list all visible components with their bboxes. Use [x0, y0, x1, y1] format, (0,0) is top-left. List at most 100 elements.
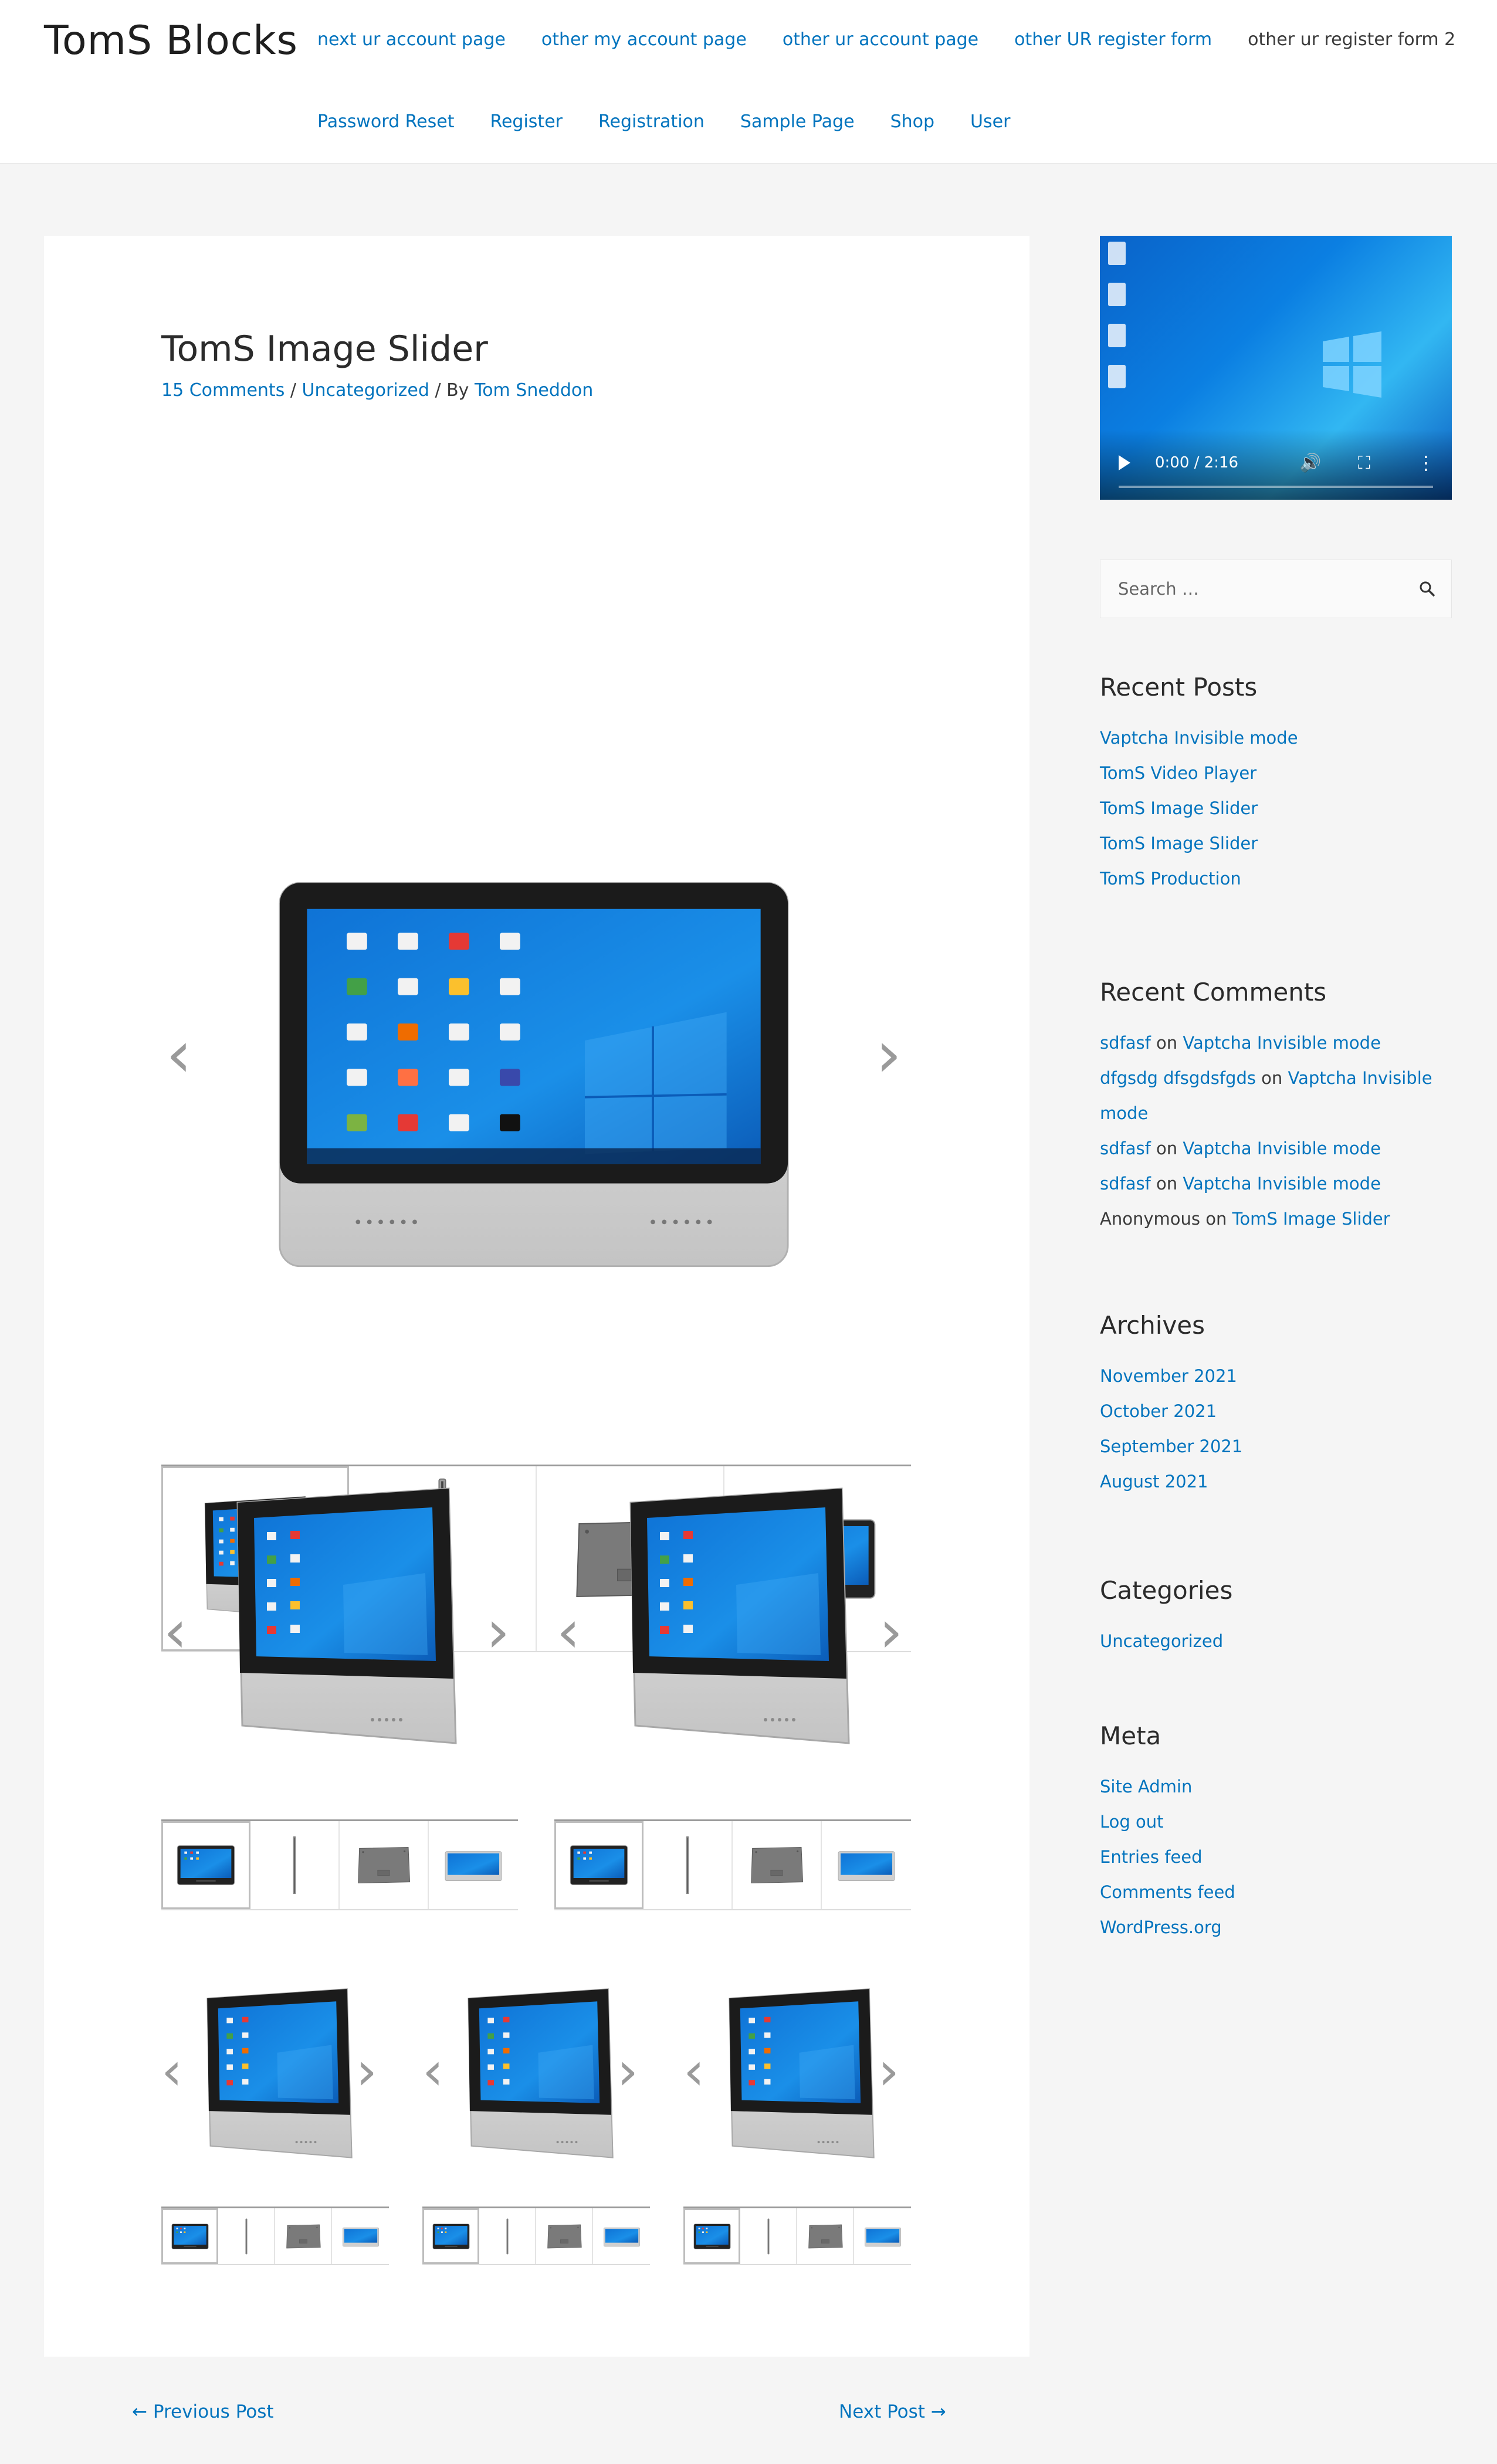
meta-link-entries-feed[interactable]: Entries feed — [1100, 1847, 1203, 1867]
thumbnail-3[interactable] — [797, 2208, 854, 2264]
comment-post-link[interactable]: Vaptcha Invisible mode — [1183, 1138, 1381, 1158]
meta-link-comments-feed[interactable]: Comments feed — [1100, 1882, 1235, 1902]
nav-link-other-ur-account-page[interactable]: other ur account page — [783, 29, 978, 50]
widget-recent-posts: Recent Posts Vaptcha Invisible mode TomS… — [1100, 673, 1452, 896]
nav-link-user[interactable]: User — [970, 111, 1010, 132]
thumbnail-3[interactable] — [340, 1821, 429, 1909]
slider-next-arrow[interactable]: › — [876, 1022, 902, 1086]
recent-post-link[interactable]: TomS Image Slider — [1100, 798, 1258, 818]
post-article: TomS Image Slider 15 Comments / Uncatego… — [44, 236, 1029, 2357]
search-icon[interactable] — [1418, 580, 1436, 598]
recent-post-link[interactable]: Vaptcha Invisible mode — [1100, 728, 1298, 748]
thumbnail-2[interactable] — [250, 1821, 340, 1909]
nav-link-shop[interactable]: Shop — [890, 111, 934, 132]
widget-archives: Archives November 2021 October 2021 Sept… — [1100, 1311, 1452, 1499]
slide-image-front — [279, 881, 789, 1268]
slider-next-arrow[interactable]: › — [878, 2045, 899, 2098]
video-controls: 0:00 / 2:16 🔊 ⛶ ⋮ — [1100, 429, 1452, 500]
thumbnail-4[interactable] — [593, 2208, 650, 2264]
thumbnail-1[interactable] — [161, 1821, 250, 1909]
comment-on: on — [1150, 1033, 1183, 1053]
recent-posts-list: Vaptcha Invisible mode TomS Video Player… — [1100, 720, 1452, 896]
slider-prev-arrow[interactable]: ‹ — [557, 1602, 580, 1661]
thumbnail-2[interactable] — [479, 2208, 536, 2264]
more-options-icon[interactable]: ⋮ — [1417, 452, 1435, 474]
list-item: November 2021 — [1100, 1358, 1452, 1394]
thumbnail-1[interactable] — [161, 2208, 218, 2264]
thumbnail-2[interactable] — [643, 1821, 733, 1909]
comment-post-link[interactable]: Vaptcha Invisible mode — [1183, 1174, 1381, 1194]
slider-next-arrow[interactable]: › — [879, 1602, 903, 1661]
thumbnail-landscape-image — [342, 2225, 380, 2248]
comment-author-link[interactable]: dfgsdg dfsgdsfgds — [1100, 1068, 1256, 1088]
thumbnail-4[interactable] — [854, 2208, 911, 2264]
comment-post-link[interactable]: Vaptcha Invisible mode — [1183, 1033, 1381, 1053]
slider-next-arrow[interactable]: › — [486, 1602, 510, 1661]
comments-link[interactable]: 15 Comments — [161, 380, 285, 401]
slider-prev-arrow[interactable]: ‹ — [164, 1602, 187, 1661]
next-post-link[interactable]: Next Post → — [839, 2401, 946, 2422]
comment-author-link[interactable]: sdfasf — [1100, 1174, 1151, 1194]
category-link[interactable]: Uncategorized — [302, 380, 429, 401]
nav-link-other-ur-register-form[interactable]: other UR register form — [1014, 29, 1212, 50]
nav-link-registration[interactable]: Registration — [598, 111, 705, 132]
thumbnail-1[interactable] — [554, 1821, 643, 1909]
search-input[interactable] — [1100, 560, 1405, 618]
thumbnail-4[interactable] — [332, 2208, 389, 2264]
slider-next-arrow[interactable]: › — [617, 2045, 638, 2098]
thumbnail-1[interactable] — [683, 2208, 740, 2264]
video-player[interactable]: 0:00 / 2:16 🔊 ⛶ ⋮ — [1100, 236, 1452, 500]
slider-prev-arrow[interactable]: ‹ — [161, 2045, 182, 2098]
archive-link[interactable]: November 2021 — [1100, 1366, 1237, 1386]
nav-link-register[interactable]: Register — [490, 111, 563, 132]
list-item: dfgsdg dfsgdsfgds on Vaptcha Invisible m… — [1100, 1060, 1452, 1131]
fullscreen-icon[interactable]: ⛶ — [1358, 453, 1370, 473]
comment-on: on — [1150, 1138, 1183, 1158]
thumbnail-black-image — [177, 1842, 235, 1889]
comment-author-link[interactable]: sdfasf — [1100, 1138, 1151, 1158]
slide-image-angle — [460, 1987, 616, 2165]
list-item: TomS Image Slider — [1100, 826, 1452, 861]
slider-thumbnails — [161, 1819, 518, 1910]
thumbnail-4[interactable] — [429, 1821, 518, 1909]
comment-author-link[interactable]: sdfasf — [1100, 1033, 1151, 1053]
list-item: August 2021 — [1100, 1464, 1452, 1499]
category-link[interactable]: Uncategorized — [1100, 1631, 1223, 1651]
nav-link-next-ur-account-page[interactable]: next ur account page — [317, 29, 506, 50]
meta-by: / By — [429, 380, 475, 401]
thumbnail-back-image — [285, 2223, 322, 2250]
slider-prev-arrow[interactable]: ‹ — [422, 2045, 443, 2098]
meta-link-wordpress-org[interactable]: WordPress.org — [1100, 1917, 1222, 1937]
video-progress-track[interactable] — [1119, 486, 1433, 488]
recent-post-link[interactable]: TomS Production — [1100, 869, 1241, 889]
slider-prev-arrow[interactable]: ‹ — [166, 1022, 192, 1086]
thumbnail-3[interactable] — [275, 2208, 332, 2264]
previous-post-link[interactable]: ← Previous Post — [132, 2401, 274, 2422]
volume-icon[interactable]: 🔊 — [1299, 453, 1321, 473]
thumbnail-1[interactable] — [422, 2208, 479, 2264]
nav-link-other-ur-register-form-2[interactable]: other ur register form 2 — [1248, 29, 1455, 50]
nav-link-password-reset[interactable]: Password Reset — [317, 111, 454, 132]
archive-link[interactable]: August 2021 — [1100, 1472, 1208, 1492]
archive-link[interactable]: October 2021 — [1100, 1401, 1217, 1421]
meta-link-log-out[interactable]: Log out — [1100, 1812, 1164, 1832]
archive-link[interactable]: September 2021 — [1100, 1436, 1242, 1456]
play-icon[interactable] — [1119, 455, 1130, 470]
image-slider-medium-2: ‹ › — [554, 1485, 912, 1910]
thumbnail-3[interactable] — [733, 1821, 822, 1909]
slider-prev-arrow[interactable]: ‹ — [683, 2045, 705, 2098]
nav-link-other-my-account-page[interactable]: other my account page — [541, 29, 747, 50]
slider-next-arrow[interactable]: › — [356, 2045, 377, 2098]
thumbnail-2[interactable] — [740, 2208, 797, 2264]
recent-post-link[interactable]: TomS Video Player — [1100, 763, 1256, 783]
categories-list: Uncategorized — [1100, 1624, 1452, 1659]
recent-post-link[interactable]: TomS Image Slider — [1100, 833, 1258, 853]
comment-post-link[interactable]: TomS Image Slider — [1232, 1209, 1390, 1229]
nav-link-sample-page[interactable]: Sample Page — [740, 111, 855, 132]
thumbnail-4[interactable] — [822, 1821, 911, 1909]
meta-link-site-admin[interactable]: Site Admin — [1100, 1777, 1192, 1797]
thumbnail-3[interactable] — [536, 2208, 593, 2264]
thumbnail-2[interactable] — [218, 2208, 275, 2264]
author-link[interactable]: Tom Sneddon — [475, 380, 593, 401]
site-title[interactable]: TomS Blocks — [44, 18, 298, 64]
